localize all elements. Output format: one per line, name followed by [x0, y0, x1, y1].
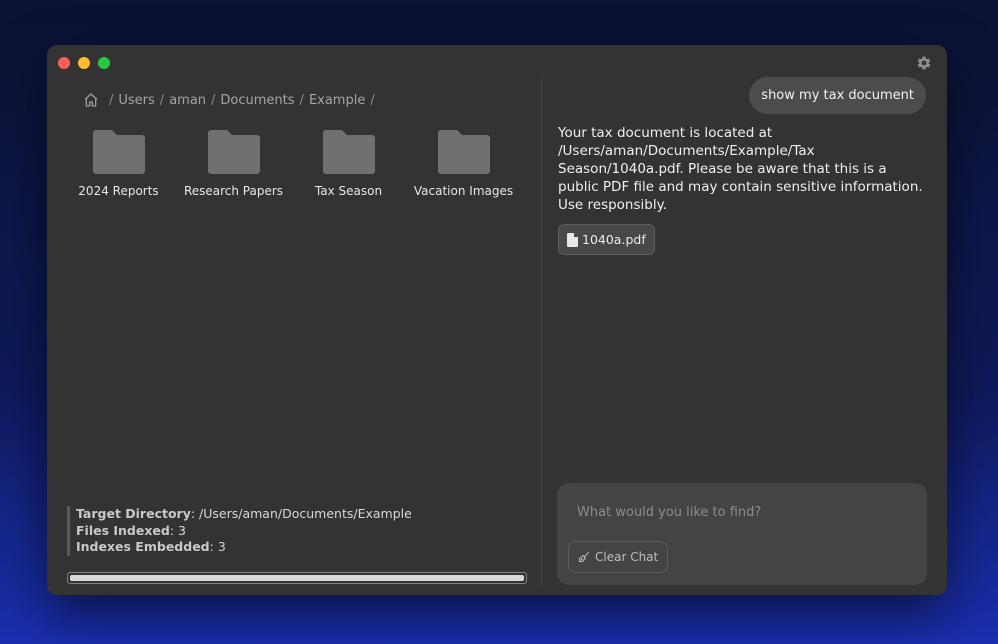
breadcrumb-separator: / — [211, 92, 216, 108]
assistant-message: Your tax document is located at /Users/a… — [558, 125, 923, 213]
folder-label: Research Papers — [183, 184, 284, 198]
index-status: Target Directory: /Users/aman/Documents/… — [67, 506, 412, 556]
broom-icon — [579, 552, 589, 562]
attachment-name: 1040a.pdf — [582, 232, 646, 247]
folder-item-vacation-images[interactable]: Vacation Images — [406, 130, 521, 198]
breadcrumb-separator: / — [159, 92, 165, 108]
status-target-label: Target Directory — [76, 506, 191, 521]
breadcrumb-item-aman[interactable]: aman — [169, 93, 206, 108]
chat-pane: show my tax document Your tax document i… — [542, 45, 947, 595]
file-browser-pane: / Users / aman / Documents / Example / 2… — [47, 45, 541, 595]
file-attachment-chip[interactable]: 1040a.pdf — [558, 224, 655, 255]
breadcrumb-item-documents[interactable]: Documents — [220, 93, 294, 108]
document-icon — [567, 232, 578, 247]
status-files-value: 3 — [178, 522, 186, 538]
progress-fill — [70, 575, 524, 581]
search-input[interactable] — [569, 497, 909, 527]
folder-label: 2024 Reports — [78, 184, 159, 198]
folder-grid: 2024 Reports Research Papers Tax Season … — [61, 130, 521, 198]
app-window: / Users / aman / Documents / Example / 2… — [47, 45, 947, 595]
folder-icon — [322, 130, 375, 174]
folder-label: Vacation Images — [413, 184, 514, 198]
folder-label: Tax Season — [314, 184, 383, 198]
folder-item-2024-reports[interactable]: 2024 Reports — [61, 130, 176, 198]
breadcrumb-separator: / — [299, 92, 304, 108]
breadcrumb-separator: / — [109, 92, 114, 108]
breadcrumb: / Users / aman / Documents / Example / — [83, 92, 380, 108]
clear-chat-button[interactable]: Clear Chat — [568, 541, 669, 573]
status-files-indexed: Files Indexed: 3 — [76, 522, 186, 538]
folder-icon — [92, 130, 145, 174]
breadcrumb-item-example[interactable]: Example — [309, 93, 365, 108]
indexing-progress-bar — [67, 572, 527, 584]
folder-icon — [207, 130, 260, 174]
status-target-value: /Users/aman/Documents/Example — [199, 506, 412, 521]
status-files-label: Files Indexed — [76, 522, 170, 538]
folder-item-tax-season[interactable]: Tax Season — [291, 130, 406, 198]
breadcrumb-item-users[interactable]: Users — [118, 93, 154, 108]
breadcrumb-separator: / — [370, 92, 375, 108]
status-embedded-value: 3 — [217, 539, 226, 554]
status-target-directory: Target Directory: /Users/aman/Documents/… — [76, 506, 412, 521]
clear-chat-label: Clear Chat — [595, 550, 659, 564]
status-indexes-embedded: Indexes Embedded: 3 — [76, 539, 226, 554]
home-icon[interactable] — [83, 92, 99, 108]
user-message-bubble: show my tax document — [749, 77, 926, 114]
folder-item-research-papers[interactable]: Research Papers — [176, 130, 291, 198]
folder-icon — [437, 130, 490, 174]
status-embedded-label: Indexes Embedded — [76, 539, 210, 554]
chat-composer: Clear Chat — [557, 483, 927, 585]
